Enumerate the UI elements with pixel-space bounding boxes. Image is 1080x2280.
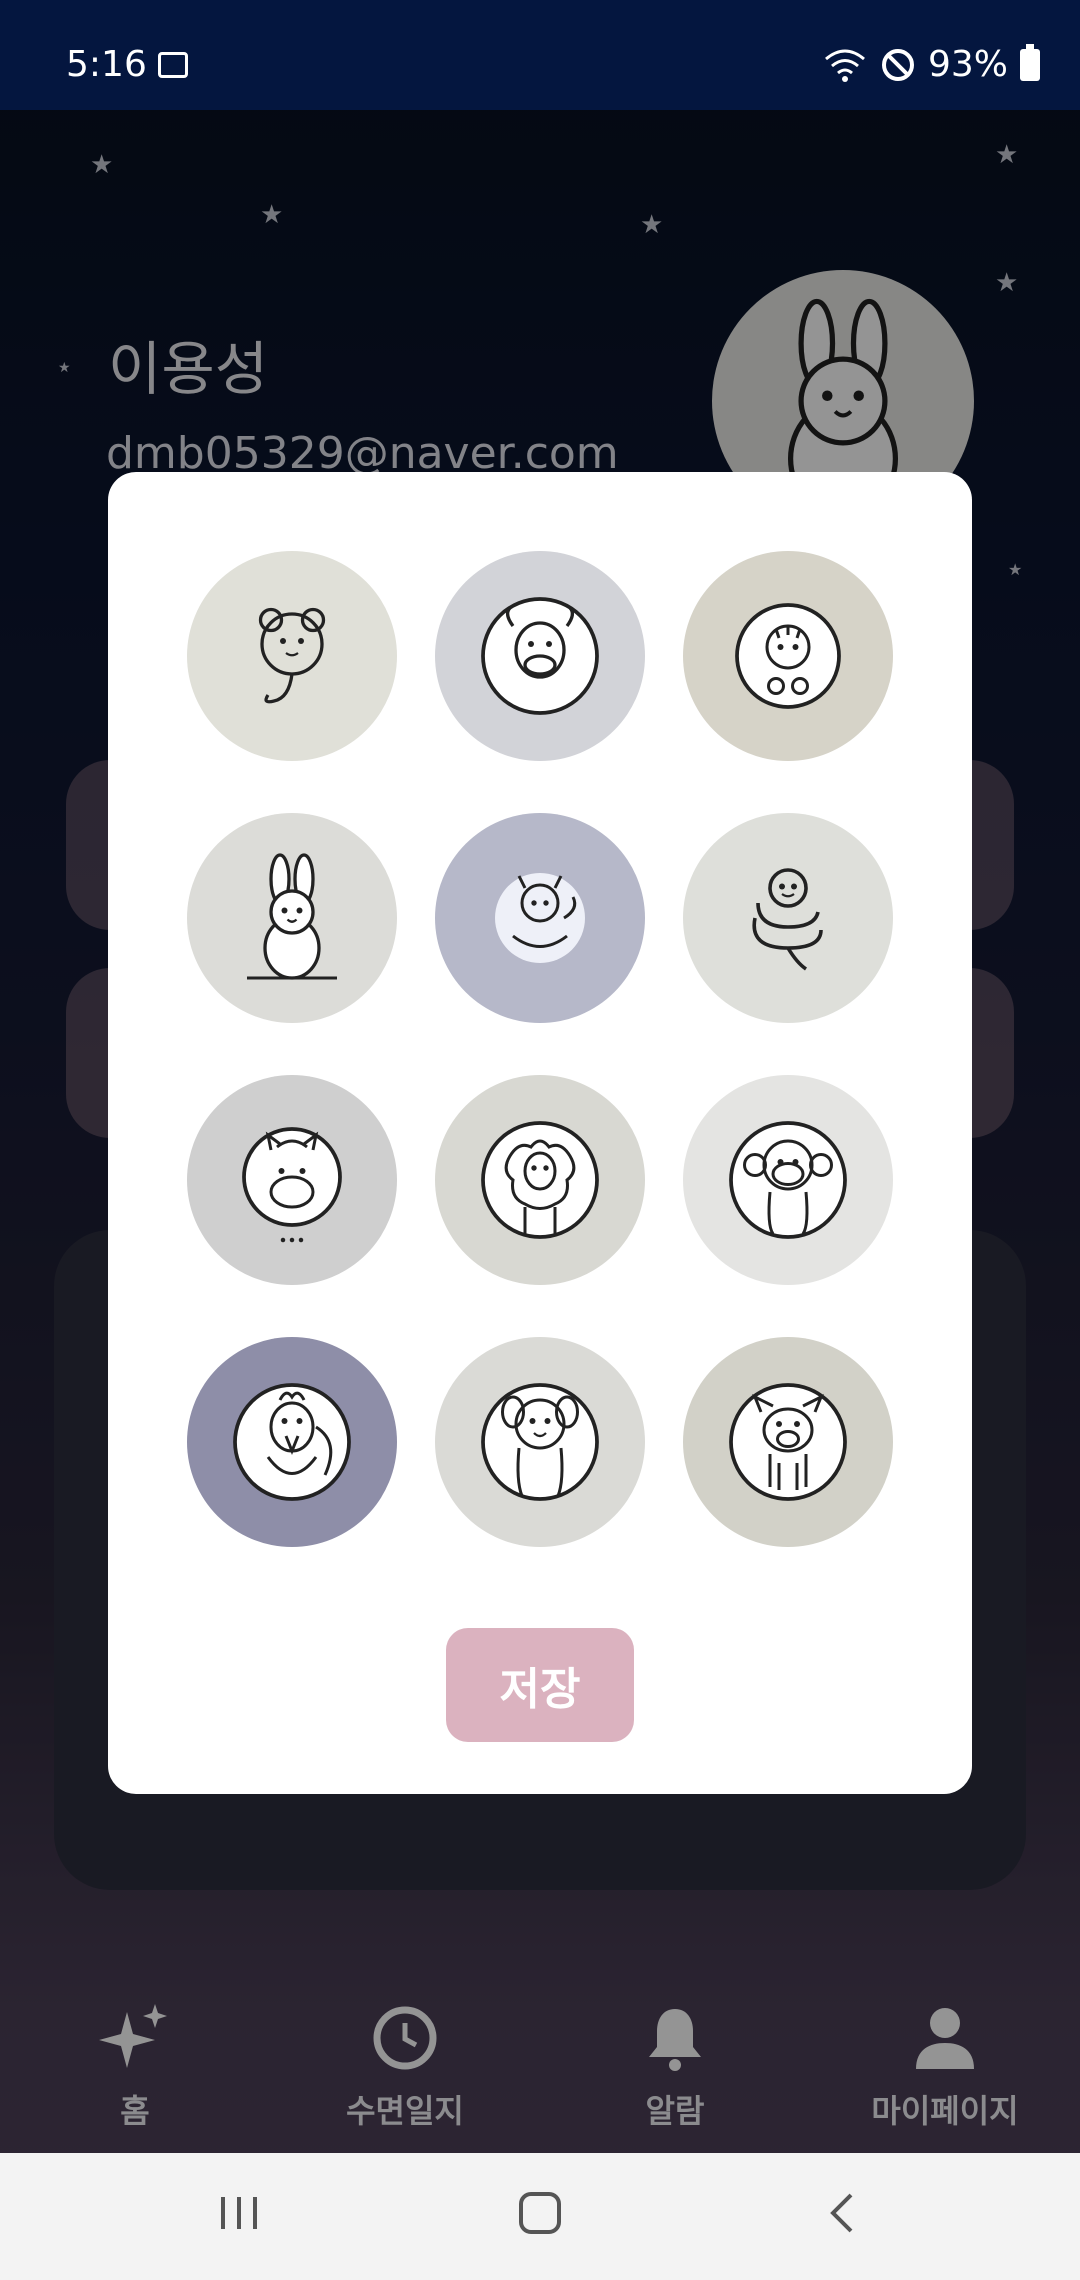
avatar-option-pig[interactable] [683, 1337, 893, 1547]
status-time: 5:16 [66, 44, 147, 85]
avatar-option-monkey[interactable] [683, 1075, 893, 1285]
system-navigation-bar [0, 2153, 1080, 2280]
avatar-option-snake[interactable] [683, 813, 893, 1023]
avatar-option-horse[interactable] [187, 1075, 397, 1285]
avatar-picker-dialog: 저장 [108, 472, 972, 1794]
avatar-option-ox[interactable] [435, 551, 645, 761]
avatar-option-rabbit[interactable] [187, 813, 397, 1023]
rooster-icon [233, 1383, 351, 1501]
snake-icon [752, 868, 823, 971]
avatar-option-sheep[interactable] [435, 1075, 645, 1285]
dragon-icon [495, 873, 585, 963]
tiger-icon [735, 603, 841, 709]
recent-apps-icon[interactable] [214, 2183, 264, 2243]
rat-icon [258, 607, 326, 704]
home-icon[interactable] [514, 2183, 566, 2243]
gallery-notification-icon [158, 52, 188, 78]
avatar-option-rooster[interactable] [187, 1337, 397, 1547]
rabbit-icon [247, 853, 337, 980]
avatar-option-dragon[interactable] [435, 813, 645, 1023]
save-button[interactable]: 저장 [446, 1628, 634, 1742]
avatar-option-tiger[interactable] [683, 551, 893, 761]
do-not-disturb-icon [881, 48, 914, 81]
dog-icon [481, 1383, 599, 1501]
ox-icon [481, 597, 599, 715]
status-bar: 5:16 93% [0, 0, 1080, 110]
battery-icon [1020, 43, 1040, 81]
battery-percent: 93% [927, 44, 1008, 85]
avatar-option-dog[interactable] [435, 1337, 645, 1547]
pig-icon [729, 1383, 847, 1501]
monkey-icon [729, 1121, 847, 1239]
avatar-option-rat[interactable] [187, 551, 397, 761]
horse-icon [242, 1127, 342, 1243]
back-icon[interactable] [822, 2183, 862, 2243]
sheep-icon [481, 1121, 599, 1239]
wifi-icon [825, 49, 865, 82]
